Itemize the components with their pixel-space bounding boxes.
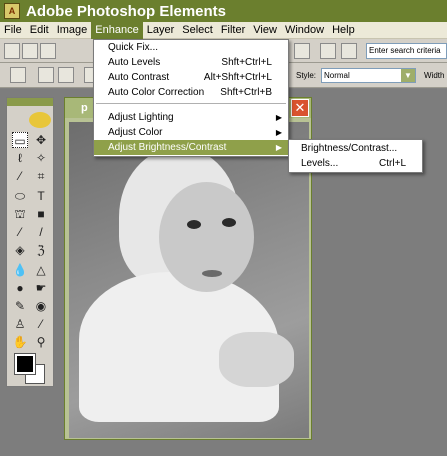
selection-brush-icon[interactable]: ✎	[12, 298, 28, 314]
style-label: Style:	[296, 71, 317, 80]
move-tool-icon[interactable]: ✥	[33, 132, 49, 148]
enhance-menu: Quick Fix... Auto Levels Shft+Ctrl+L Aut…	[93, 39, 289, 157]
document-title: p	[81, 102, 88, 114]
baby-photo	[69, 122, 309, 438]
redo-icon[interactable]	[294, 43, 310, 59]
menu-item-shortcut: Ctrl+L	[379, 158, 406, 169]
crop-tool-icon[interactable]: ⌗	[33, 168, 49, 184]
menu-item-quick-fix[interactable]: Quick Fix...	[94, 40, 288, 55]
menu-item-shortcut: Alt+Shft+Ctrl+L	[203, 72, 272, 83]
recipes-icon[interactable]	[341, 43, 357, 59]
blur-tool-icon[interactable]: 💧	[12, 262, 28, 278]
menu-item-label: Quick Fix...	[108, 42, 159, 53]
toolbox: ▭ ✥ ℓ ✧ ⁄ ⌗ ⬭ T ⛫ ■ ⁄ / ◈ ℨ 💧 △ ● ☛ ✎ ◉ …	[6, 97, 54, 387]
menu-item-label: Auto Color Correction	[108, 87, 205, 98]
width-label: Width	[424, 71, 445, 80]
hand-tool-icon[interactable]: ✋	[12, 334, 28, 350]
photo-mouth	[202, 270, 222, 277]
menu-separator	[96, 103, 286, 104]
marquee-option-icon[interactable]	[10, 67, 26, 83]
foreground-color-swatch[interactable]	[14, 353, 36, 375]
zoom-tool-icon[interactable]: ⚲	[33, 334, 49, 350]
menu-view[interactable]: View	[249, 22, 281, 39]
gradient-tool-icon[interactable]: ■	[33, 206, 49, 222]
lasso-tool-icon[interactable]: ℓ	[12, 150, 28, 166]
rect-marquee-icon[interactable]	[38, 67, 54, 83]
menu-item-auto-color-correction[interactable]: Auto Color Correction Shft+Ctrl+B	[94, 85, 288, 100]
close-icon[interactable]: ✕	[291, 99, 309, 117]
menu-item-auto-contrast[interactable]: Auto Contrast Alt+Shft+Ctrl+L	[94, 70, 288, 85]
sharpen-tool-icon[interactable]: △	[33, 262, 49, 278]
menu-item-label: Auto Contrast	[108, 72, 170, 83]
menu-item-auto-levels[interactable]: Auto Levels Shft+Ctrl+L	[94, 55, 288, 70]
menu-item-adjust-lighting[interactable]: Adjust Lighting ▶	[94, 110, 288, 125]
eraser-tool-icon[interactable]: ◈	[12, 242, 28, 258]
style-select[interactable]: Normal ▼	[321, 68, 416, 83]
type-tool-icon[interactable]: T	[33, 188, 49, 204]
pencil-tool-icon[interactable]: /	[33, 224, 49, 240]
menu-window[interactable]: Window	[281, 22, 328, 39]
eyedropper-icon[interactable]: ⁄	[12, 168, 28, 184]
toolbox-logo-icon	[29, 112, 51, 128]
menu-item-label: Auto Levels	[108, 57, 161, 68]
open-file-icon[interactable]	[22, 43, 38, 59]
chevron-down-icon[interactable]: ▼	[401, 69, 415, 82]
color-picker-icon[interactable]: ⁄	[33, 316, 49, 332]
red-eye-tool-icon[interactable]: ◉	[33, 298, 49, 314]
smudge-tool-icon[interactable]: ☛	[33, 280, 49, 296]
menu-item-label: Adjust Lighting	[108, 112, 174, 123]
marquee-tool-icon[interactable]: ▭	[12, 132, 28, 148]
search-input[interactable]: Enter search criteria	[366, 43, 447, 59]
menu-edit[interactable]: Edit	[26, 22, 53, 39]
menu-item-label: Levels...	[301, 158, 339, 169]
menu-select[interactable]: Select	[178, 22, 217, 39]
new-file-icon[interactable]	[4, 43, 20, 59]
toolbox-header[interactable]	[7, 98, 53, 106]
photo-eye-left	[187, 220, 201, 229]
photo-eye-right	[222, 218, 236, 227]
menu-bar: File Edit Image Enhance Layer Select Fil…	[0, 21, 447, 39]
app-title: Adobe Photoshop Elements	[26, 2, 227, 20]
style-value: Normal	[324, 71, 350, 80]
photoshop-elements-logo-icon: A	[4, 3, 20, 19]
menu-item-label: Brightness/Contrast...	[301, 143, 398, 154]
clone-brush-icon[interactable]: ℨ	[33, 242, 49, 258]
paint-bucket-icon[interactable]: ⛫	[12, 206, 28, 222]
chevron-right-icon: ▶	[275, 113, 282, 122]
menu-enhance[interactable]: Enhance	[91, 21, 143, 39]
ellipse-marquee-icon[interactable]	[58, 67, 74, 83]
menu-layer[interactable]: Layer	[143, 22, 179, 39]
menu-filter[interactable]: Filter	[217, 22, 249, 39]
menu-help[interactable]: Help	[328, 22, 359, 39]
menu-item-adjust-color[interactable]: Adjust Color ▶	[94, 125, 288, 140]
chevron-right-icon: ▶	[275, 143, 282, 152]
menu-item-label: Adjust Brightness/Contrast	[108, 142, 227, 153]
menu-item-brightness-contrast[interactable]: Brightness/Contrast...	[289, 141, 422, 156]
sponge-tool-icon[interactable]: ●	[12, 280, 28, 296]
stamp-tool-icon[interactable]: ♙	[12, 316, 28, 332]
brightness-contrast-submenu: Brightness/Contrast... Levels... Ctrl+L	[288, 139, 423, 173]
shape-tool-icon[interactable]: ⬭	[12, 188, 28, 204]
chevron-right-icon: ▶	[275, 128, 282, 137]
menu-item-levels[interactable]: Levels... Ctrl+L	[289, 156, 422, 171]
menu-item-adjust-brightness-contrast[interactable]: Adjust Brightness/Contrast ▶	[94, 140, 288, 155]
save-icon[interactable]	[40, 43, 56, 59]
menu-item-shortcut: Shft+Ctrl+B	[220, 87, 272, 98]
menu-image[interactable]: Image	[53, 22, 92, 39]
menu-item-label: Adjust Color	[108, 127, 163, 138]
menu-file[interactable]: File	[0, 22, 26, 39]
magic-wand-icon[interactable]: ✧	[33, 150, 49, 166]
app-titlebar: A Adobe Photoshop Elements	[0, 0, 447, 22]
menu-item-shortcut: Shft+Ctrl+L	[221, 57, 272, 68]
photo-arm	[219, 332, 294, 387]
brush-tool-icon[interactable]: ⁄	[12, 224, 28, 240]
help-icon[interactable]	[320, 43, 336, 59]
